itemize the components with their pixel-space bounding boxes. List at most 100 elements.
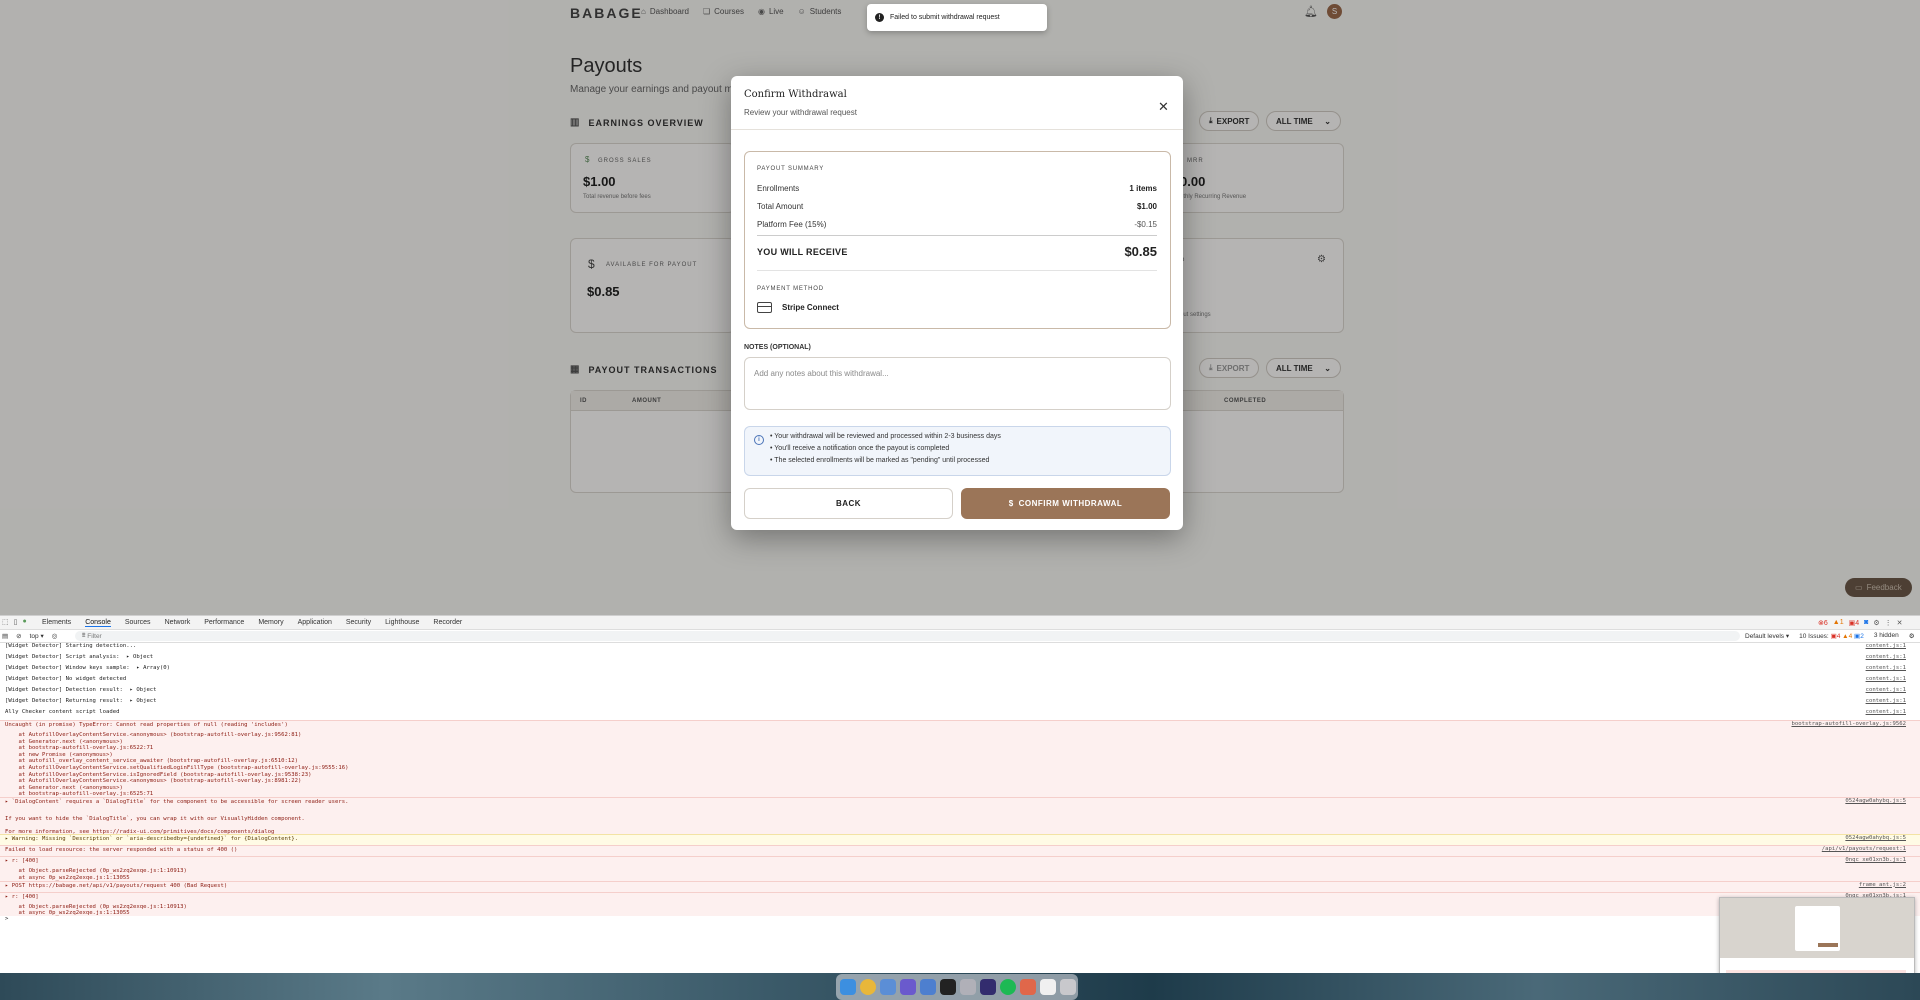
tab-recorder[interactable]: Recorder [433,619,462,627]
console-line[interactable]: Uncaught (in promise) TypeError: Cannot … [0,720,1920,731]
sidebar-icon[interactable]: ▤ [2,632,8,640]
console-source-link[interactable]: 0524agw0ahybq.js:5 [1845,798,1906,805]
console-source-link[interactable]: content.js:1 [1866,654,1906,661]
issues-icon[interactable]: ◙ [1864,619,1868,627]
warning-count[interactable]: ▲1 [1833,619,1844,627]
app-icon[interactable] [1020,979,1036,995]
console-source-link[interactable]: content.js:1 [1866,676,1906,683]
close-icon[interactable]: ✕ [1158,99,1169,115]
console-line[interactable]: Failed to load resource: the server resp… [0,845,1920,857]
tab-network[interactable]: Network [165,619,191,627]
app-icon[interactable] [880,979,896,995]
spotify-icon[interactable] [1000,979,1016,995]
console-line[interactable]: [Widget Detector] Script analysis: ▸ Obj… [0,654,1920,665]
console-line[interactable]: [Widget Detector] Starting detection... c… [0,643,1920,654]
console-line[interactable]: Ally Checker content script loaded conten… [0,709,1920,720]
console-line[interactable]: at Generator.next (<anonymous>) [0,737,1920,745]
trash-icon[interactable] [1060,979,1076,995]
console-line[interactable]: ▸ r: [400] 0nqc_xe01xn3b.js:1 [0,856,1920,868]
console-line[interactable]: at AutofillOverlayContentService.isIgnor… [0,770,1920,778]
tab-performance[interactable]: Performance [204,619,244,627]
eye-icon[interactable]: ◎ [52,632,58,640]
issues-button[interactable]: 10 Issues: ▣4 ▲4 ▣2 [1799,632,1864,640]
app-icon[interactable] [980,979,996,995]
console-source-link[interactable]: 0524agw0ahybq.js:5 [1845,835,1906,842]
console-source-link[interactable]: bootstrap-autofill-overlay.js:9562 [1791,721,1906,728]
tab-application[interactable]: Application [298,619,332,627]
log-levels-select[interactable]: Default levels ▾ [1745,632,1789,640]
document-icon[interactable] [1040,979,1056,995]
console-line[interactable]: [Widget Detector] Detection result: ▸ Ob… [0,687,1920,698]
console-line[interactable] [0,808,1920,815]
chrome-icon[interactable] [860,979,876,995]
console-source-link[interactable]: content.js:1 [1866,698,1906,705]
dialog-title: Confirm Withdrawal [744,89,847,100]
console-line[interactable]: at bootstrap-autofill-overlay.js:6522:71 [0,744,1920,751]
console-source-link[interactable]: 0nqc_xe01xn3b.js:1 [1845,857,1906,864]
console-line[interactable]: For more information, see https://radix-… [0,827,1920,835]
tab-elements[interactable]: Elements [42,619,71,627]
more-icon[interactable]: ⋮ [1885,619,1892,627]
console-line[interactable]: at Generator.next (<anonymous>) [0,783,1920,791]
console-source-link[interactable]: content.js:1 [1866,687,1906,694]
console-message: [Widget Detector] Starting detection... [5,643,137,649]
console-line[interactable]: [Widget Detector] Returning result: ▸ Ob… [0,698,1920,709]
close-icon[interactable]: ✕ [1897,619,1903,627]
confirm-withdrawal-button[interactable]: $ CONFIRM WITHDRAWAL [961,488,1170,519]
gear-icon[interactable]: ⚙ [1909,632,1915,640]
console-message: Uncaught (in promise) TypeError: Cannot … [5,722,288,728]
tab-security[interactable]: Security [346,619,371,627]
payment-method: Stripe Connect [757,302,839,313]
console-line[interactable]: [Widget Detector] Window keys sample: ▸ … [0,665,1920,676]
app-icon[interactable] [960,979,976,995]
console-source-link[interactable]: content.js:1 [1866,709,1906,716]
error-count[interactable]: ⊗6 [1818,619,1828,627]
summary-label: PAYOUT SUMMARY [757,166,825,172]
finder-icon[interactable] [840,979,856,995]
clear-console-icon[interactable]: ⊘ [16,632,21,640]
console-line[interactable]: at async 0p_ws2zq2exqe.js:1:13055 [0,874,1920,881]
console-line[interactable]: at new Promise (<anonymous>) [0,750,1920,758]
console-toolbar-right: Default levels ▾ 10 Issues: ▣4 ▲4 ▣2 3 h… [1745,632,1915,640]
console-line[interactable]: at Object.parseRejected (0p_ws2zq2exqe.j… [0,902,1920,910]
tab-lighthouse[interactable]: Lighthouse [385,619,419,627]
tab-console[interactable]: Console [85,619,111,627]
tab-memory[interactable]: Memory [258,619,283,627]
console-line[interactable]: ▸ r: [400] 0nqc_xe01xn3b.js:1 [0,891,1920,903]
terminal-icon[interactable] [940,979,956,995]
tab-sources[interactable]: Sources [125,619,151,627]
device-toggle-icon[interactable]: ▯ [14,618,18,626]
console-line[interactable] [0,821,1920,828]
app-icon[interactable] [900,979,916,995]
console-line[interactable]: at AutofillOverlayContentService.<anonym… [0,777,1920,784]
console-source-link[interactable]: /api/v1/payouts/request:1 [1822,846,1906,853]
console-source-link[interactable]: content.js:1 [1866,665,1906,672]
console-line[interactable]: ▸ Warning: Missing `Description` or `ari… [0,834,1920,846]
console-message: ▸ Warning: Missing `Description` or `ari… [5,836,298,843]
console-line[interactable]: at async 0p_ws2zq2exqe.js:1:13055 [0,909,1920,916]
console-filter-input[interactable]: ⩩ Filter [75,631,1740,641]
console-line[interactable]: at autofill_overlay_content_service_awai… [0,757,1920,764]
gear-icon[interactable]: ⚙ [1873,619,1879,627]
console-line[interactable]: at AutofillOverlayContentService.setQual… [0,764,1920,771]
console-source-link[interactable]: frame_ant.js:2 [1859,882,1906,889]
row-label: Total Amount [757,202,804,211]
console-line[interactable]: If you want to hide the `DialogTitle`, y… [0,814,1920,822]
receive-value: $0.85 [1124,244,1157,259]
extension-icon[interactable]: ● [22,618,26,626]
console-line[interactable]: at bootstrap-autofill-overlay.js:6525:71 [0,790,1920,797]
console-source-link[interactable]: content.js:1 [1866,643,1906,650]
inspect-icon[interactable]: ⬚ [2,618,9,626]
console-line[interactable]: > [0,916,1920,927]
console-line[interactable]: at AutofillOverlayContentService.<anonym… [0,731,1920,738]
console-line[interactable]: ▸ `DialogContent` requires a `DialogTitl… [0,797,1920,808]
back-button[interactable]: BACK [744,488,953,519]
context-select[interactable]: top ▾ [30,632,44,640]
message-count[interactable]: ▣4 [1849,619,1860,627]
count: 6 [1823,620,1828,627]
console-line[interactable]: at Object.parseRejected (0p_ws2zq2exqe.j… [0,867,1920,874]
console-line[interactable]: [Widget Detector] No widget detected cont… [0,676,1920,687]
app-icon[interactable] [920,979,936,995]
console-line[interactable]: ▸ POST https://babage.net/api/v1/payouts… [0,880,1920,892]
notes-input[interactable] [744,357,1171,410]
